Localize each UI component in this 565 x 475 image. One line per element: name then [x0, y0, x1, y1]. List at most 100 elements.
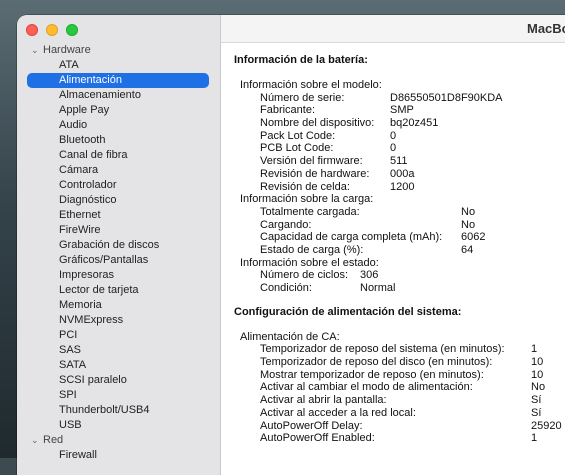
- sidebar-group-red[interactable]: ⌄ Red: [17, 433, 220, 448]
- detail-value: 0: [390, 142, 397, 155]
- sidebar-item-memoria[interactable]: Memoria: [17, 298, 220, 313]
- sidebar-item-nvmexpress[interactable]: NVMExpress: [17, 313, 220, 328]
- sidebar-item-firewall[interactable]: Firewall: [17, 448, 220, 463]
- detail-value: Normal: [360, 282, 396, 294]
- detail-value: 25920: [531, 419, 562, 432]
- detail-key: Condición:: [260, 282, 312, 294]
- detail-key: Mostrar temporizador de reposo (en minut…: [260, 368, 484, 381]
- detail-row: Temporizador de reposo del disco (en min…: [234, 356, 565, 369]
- sidebar-group-hardware[interactable]: ⌄ Hardware: [17, 43, 220, 58]
- sidebar-item-lector-de-tarjeta[interactable]: Lector de tarjeta: [17, 283, 220, 298]
- sidebar-item-impresoras[interactable]: Impresoras: [17, 268, 220, 283]
- detail-row: Activar al abrir la pantalla: Sí: [234, 394, 565, 407]
- detail-value: SMP: [390, 104, 414, 117]
- sidebar-item-sas[interactable]: SAS: [17, 343, 220, 358]
- detail-key: Activar al cambiar el modo de alimentaci…: [260, 381, 473, 394]
- detail-row: Nombre del dispositivo: bq20z451: [234, 117, 565, 130]
- detail-value: 1: [531, 343, 538, 356]
- detail-row: Estado de carga (%): 64: [234, 244, 565, 257]
- detail-key: AutoPowerOff Enabled:: [260, 432, 375, 445]
- detail-value: No: [531, 381, 546, 394]
- sidebar-item-camara[interactable]: Cámara: [17, 163, 220, 178]
- detail-row: Totalmente cargada: No: [234, 206, 565, 219]
- detail-key: Número de ciclos:: [260, 269, 349, 282]
- window-controls: [26, 24, 78, 36]
- group-label-status: Información sobre el estado:: [240, 256, 379, 269]
- sidebar-item-diagnostico[interactable]: Diagnóstico: [17, 193, 220, 208]
- section-heading-battery: Información de la batería:: [234, 54, 368, 66]
- sidebar: ⌄ Hardware ATA Alimentación Almacenamient…: [17, 15, 221, 475]
- sidebar-item-audio[interactable]: Audio: [17, 118, 220, 133]
- detail-row: Revisión de celda: 1200: [234, 181, 565, 194]
- detail-row: Pack Lot Code: 0: [234, 130, 565, 143]
- group-label-charge: Información sobre la carga:: [240, 193, 374, 206]
- sidebar-item-pci[interactable]: PCI: [17, 328, 220, 343]
- detail-key: Activar al abrir la pantalla:: [260, 394, 387, 407]
- detail-key: Revisión de hardware:: [260, 167, 370, 180]
- group-label-model: Información sobre el modelo:: [240, 79, 382, 91]
- sidebar-item-sata[interactable]: SATA: [17, 358, 220, 373]
- sidebar-item-controlador[interactable]: Controlador: [17, 178, 220, 193]
- detail-row: AutoPowerOff Delay: 25920: [234, 420, 565, 433]
- sidebar-item-alimentacion[interactable]: Alimentación: [27, 73, 209, 88]
- power-details: Información de la batería: Información s…: [234, 53, 565, 445]
- detail-value: 1: [531, 432, 538, 445]
- sidebar-item-usb[interactable]: USB: [17, 418, 220, 433]
- detail-row: Activar al acceder a la red local: Sí: [234, 407, 565, 420]
- detail-key: Fabricante:: [260, 104, 316, 117]
- detail-row: Activar al cambiar el modo de alimentaci…: [234, 381, 565, 394]
- detail-row: AutoPowerOff Enabled: 1: [234, 432, 565, 445]
- detail-row: PCB Lot Code: 0: [234, 142, 565, 155]
- sidebar-item-almacenamiento[interactable]: Almacenamiento: [17, 88, 220, 103]
- detail-key: Capacidad de carga completa (mAh):: [260, 231, 443, 244]
- chevron-down-icon[interactable]: ⌄: [31, 43, 43, 58]
- sidebar-item-spi[interactable]: SPI: [17, 388, 220, 403]
- section-heading-power: Configuración de alimentación del sistem…: [234, 305, 462, 318]
- sidebar-item-canal-de-fibra[interactable]: Canal de fibra: [17, 148, 220, 163]
- detail-value: 64: [461, 243, 474, 256]
- titlebar: [221, 15, 565, 43]
- detail-value: No: [461, 205, 476, 218]
- detail-row: Número de serie: D86550501D8F90KDA: [234, 92, 565, 105]
- close-button[interactable]: [26, 24, 38, 36]
- detail-row: Fabricante: SMP: [234, 104, 565, 117]
- detail-key: PCB Lot Code:: [260, 142, 334, 155]
- minimize-button[interactable]: [46, 24, 58, 36]
- detail-value: No: [461, 218, 476, 231]
- sidebar-item-bluetooth[interactable]: Bluetooth: [17, 133, 220, 148]
- detail-key: Número de serie:: [260, 91, 345, 104]
- detail-key: Versión del firmware:: [260, 155, 363, 168]
- detail-key: Estado de carga (%):: [260, 243, 364, 256]
- detail-value: 511: [390, 155, 408, 168]
- sidebar-group-label: Hardware: [43, 44, 91, 56]
- detail-row: Mostrar temporizador de reposo (en minut…: [234, 369, 565, 382]
- detail-value: 10: [531, 368, 544, 381]
- detail-row: Temporizador de reposo del sistema (en m…: [234, 343, 565, 356]
- detail-value: Sí: [531, 406, 542, 419]
- system-information-window: ⌄ Hardware ATA Alimentación Almacenamient…: [17, 15, 565, 475]
- sidebar-item-ethernet[interactable]: Ethernet: [17, 208, 220, 223]
- detail-value: bq20z451: [390, 117, 439, 130]
- group-label-ac: Alimentación de CA:: [240, 330, 340, 343]
- detail-row: Revisión de hardware: 000a: [234, 168, 565, 181]
- detail-key: Activar al acceder a la red local:: [260, 406, 416, 419]
- sidebar-item-thunderbolt-usb4[interactable]: Thunderbolt/USB4: [17, 403, 220, 418]
- sidebar-item-apple-pay[interactable]: Apple Pay: [17, 103, 220, 118]
- detail-value: 0: [390, 129, 397, 142]
- sidebar-item-graficos-pantallas[interactable]: Gráficos/Pantallas: [17, 253, 220, 268]
- sidebar-item-ata[interactable]: ATA: [17, 58, 220, 73]
- sidebar-item-scsi-paralelo[interactable]: SCSI paralelo: [17, 373, 220, 388]
- detail-key: Temporizador de reposo del disco (en min…: [260, 356, 493, 369]
- detail-value: 10: [531, 356, 544, 369]
- chevron-down-icon[interactable]: ⌄: [31, 433, 43, 448]
- detail-value: Sí: [531, 394, 542, 407]
- detail-pane: MacBo Información de la batería: Informa…: [221, 15, 565, 475]
- zoom-button[interactable]: [66, 24, 78, 36]
- sidebar-item-grabacion-de-discos[interactable]: Grabación de discos: [17, 238, 220, 253]
- sidebar-item-firewire[interactable]: FireWire: [17, 223, 220, 238]
- detail-value: 000a: [390, 167, 415, 180]
- detail-key: Nombre del dispositivo:: [260, 117, 375, 130]
- detail-row: Cargando: No: [234, 219, 565, 232]
- detail-row: Número de ciclos: 306: [234, 269, 565, 282]
- detail-key: AutoPowerOff Delay:: [260, 419, 363, 432]
